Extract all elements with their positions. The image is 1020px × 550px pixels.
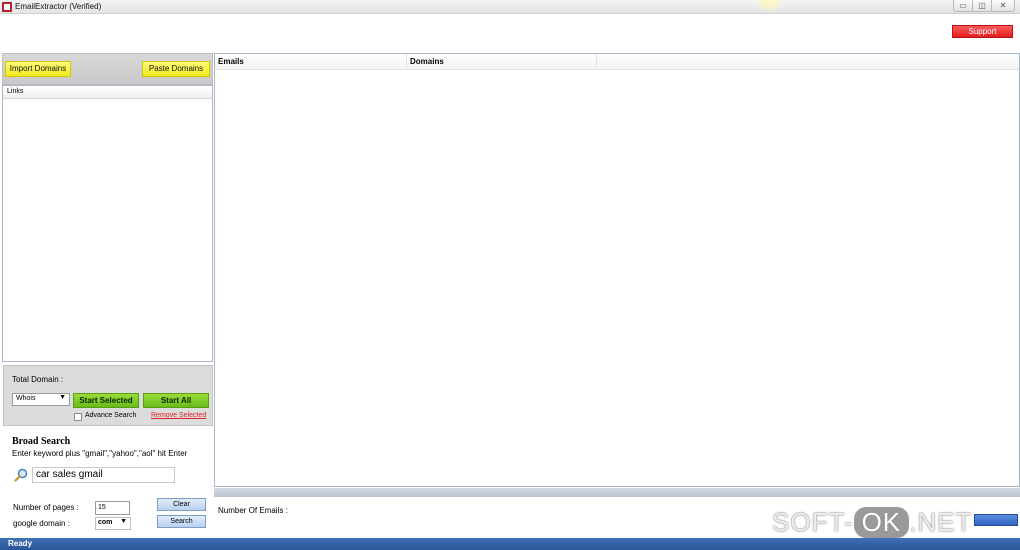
extraction-controls: Total Domain : Whois ▼ Start Selected St… [3, 365, 213, 426]
minimize-button[interactable]: ▭ [953, 0, 973, 12]
import-domains-button[interactable]: Import Domains [5, 61, 71, 77]
paste-domains-button[interactable]: Paste Domains [142, 61, 210, 77]
cursor-glow [757, 0, 781, 10]
advance-search-checkbox[interactable] [74, 413, 82, 421]
export-button[interactable] [974, 514, 1018, 526]
watermark-ok: OK [853, 507, 910, 538]
lookup-mode-select[interactable]: Whois ▼ [12, 393, 70, 406]
window-title: EmailExtractor (Verified) [15, 2, 102, 11]
status-text: Ready [8, 539, 33, 548]
broad-search-hint: Enter keyword plus "gmail","yahoo","aol"… [12, 449, 188, 458]
broad-search-title: Broad Search [12, 436, 71, 447]
chevron-down-icon: ▼ [59, 394, 66, 401]
magnifier-icon [14, 468, 28, 482]
pages-label: Number of pages : [13, 503, 79, 512]
column-emails[interactable]: Emails [215, 54, 407, 70]
watermark-right: .NET [909, 507, 973, 537]
column-domains[interactable]: Domains [407, 54, 597, 70]
panel-splitter[interactable] [214, 488, 1020, 497]
google-domain-select[interactable]: com ▼ [95, 517, 131, 530]
results-header: Emails Domains [215, 54, 1019, 70]
clear-button[interactable]: Clear [157, 498, 206, 511]
maximize-button[interactable]: ◫ [972, 0, 992, 12]
search-button[interactable]: Search [157, 515, 206, 528]
keyword-input[interactable]: car sales gmail [32, 467, 175, 483]
broad-search-panel: Broad Search Enter keyword plus "gmail",… [3, 427, 213, 537]
links-column-header[interactable]: Links [3, 86, 212, 99]
close-button[interactable]: ✕ [991, 0, 1015, 12]
support-button[interactable]: Support [952, 25, 1013, 38]
chevron-down-icon: ▼ [120, 518, 127, 525]
total-domain-label: Total Domain : [12, 375, 64, 384]
domain-import-toolbar: Import Domains Paste Domains [2, 53, 213, 85]
watermark: SOFT- OK .NET [772, 507, 972, 538]
results-grid[interactable]: Emails Domains [214, 53, 1020, 487]
advance-search-label: Advance Search [85, 412, 137, 419]
status-bar: Ready [0, 538, 1020, 550]
remove-selected-link[interactable]: Remove Selected [151, 412, 206, 419]
pages-input[interactable]: 15 [95, 501, 130, 515]
title-bar: EmailExtractor (Verified) ▭ ◫ ✕ [0, 0, 1020, 14]
app-icon [2, 2, 12, 12]
google-domain-label: google domain : [13, 519, 70, 528]
links-list[interactable]: Links [2, 85, 213, 362]
start-selected-button[interactable]: Start Selected [73, 393, 139, 408]
google-domain-value: com [98, 519, 113, 526]
lookup-mode-value: Whois [16, 395, 36, 402]
number-of-emails-label: Number Of Emails : [218, 506, 288, 515]
start-all-button[interactable]: Start All [143, 393, 209, 408]
watermark-left: SOFT- [772, 507, 854, 537]
